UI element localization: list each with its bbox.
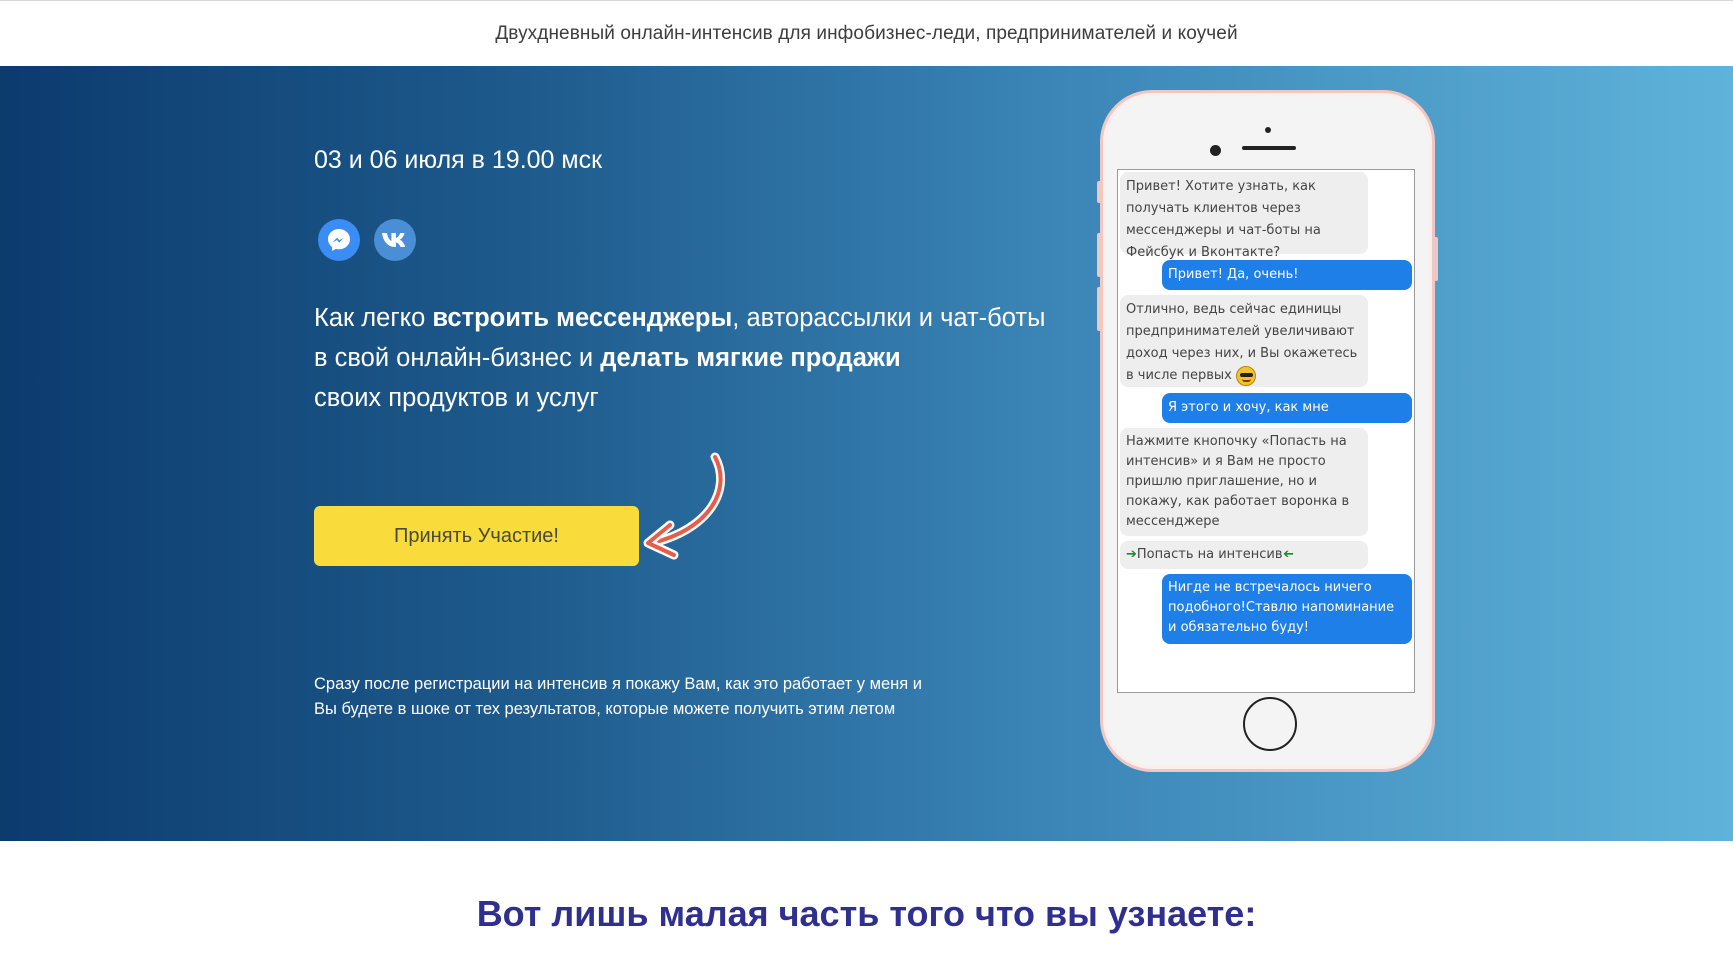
join-button[interactable]: Принять Участие! <box>314 506 639 566</box>
messenger-icons <box>318 219 416 261</box>
phone-mockup: Привет! Хотите узнать, как получать клие… <box>1097 90 1438 772</box>
vk-icon <box>374 219 416 261</box>
headline-text-1: Как легко <box>314 304 433 332</box>
chat-action-label: Попасть на интенсив <box>1136 547 1283 562</box>
chat-bubble-bot: Отлично, ведь сейчас единицы предпринима… <box>1120 295 1368 387</box>
chat-screen: Привет! Хотите узнать, как получать клие… <box>1117 169 1415 693</box>
chat-bubble-user: Я этого и хочу, как мне вписаться? <box>1162 393 1412 437</box>
phone-volume-down-button <box>1097 287 1102 331</box>
headline-bold-2: делать мягкие продажи <box>600 344 901 372</box>
headline-text-4: своих продуктов и услуг <box>314 384 599 412</box>
chat-action-button[interactable]: ➔Попасть на интенсив➔ <box>1120 541 1368 569</box>
smiley-icon <box>1236 365 1257 386</box>
section-title: Вот лишь малая часть того что вы узнаете… <box>476 893 1257 934</box>
headline-text-3: в свой онлайн-бизнес и <box>314 344 601 372</box>
phone-camera <box>1210 145 1221 156</box>
event-date: 03 и 06 июля в 19.00 мск <box>314 146 603 174</box>
chat-bubble-bot: Привет! Хотите узнать, как получать клие… <box>1120 172 1368 260</box>
registration-note: Сразу после регистрации на интенсив я по… <box>314 672 974 722</box>
arrow-left-icon: ➔ <box>1282 547 1294 562</box>
messenger-icon <box>318 219 360 261</box>
phone-volume-up-button <box>1097 233 1102 277</box>
tagline: Двухдневный онлайн-интенсив для инфобизн… <box>495 22 1238 44</box>
phone-speaker <box>1242 146 1296 150</box>
note-line-1: Сразу после регистрации на интенсив я по… <box>314 675 922 693</box>
phone-home-button <box>1243 697 1297 751</box>
hero-section: 03 и 06 июля в 19.00 мск Как легко встро… <box>0 66 1733 841</box>
headline: Как легко встроить мессенджеры, авторасс… <box>314 298 1074 418</box>
phone-mute-button <box>1097 181 1102 203</box>
chat-bubble-user: Привет! Да, очень! <box>1162 260 1412 290</box>
chat-bubble-user: Нигде не встречалось ничего подобного!Ст… <box>1162 574 1412 644</box>
top-bar: Двухдневный онлайн-интенсив для инфобизн… <box>0 0 1733 66</box>
chat-bubble-bot: Нажмите кнопочку «Попасть на интенсив» и… <box>1120 428 1368 536</box>
phone-power-button <box>1433 237 1438 281</box>
arrow-right-icon: ➔ <box>1126 547 1137 562</box>
phone-sensor <box>1265 127 1271 133</box>
note-line-2: Вы будете в шоке от тех результатов, кот… <box>314 700 896 718</box>
headline-text-2: , авторассылки и чат-боты <box>732 304 1046 332</box>
headline-bold-1: встроить мессенджеры <box>432 304 733 332</box>
curved-arrow-icon <box>643 452 725 560</box>
